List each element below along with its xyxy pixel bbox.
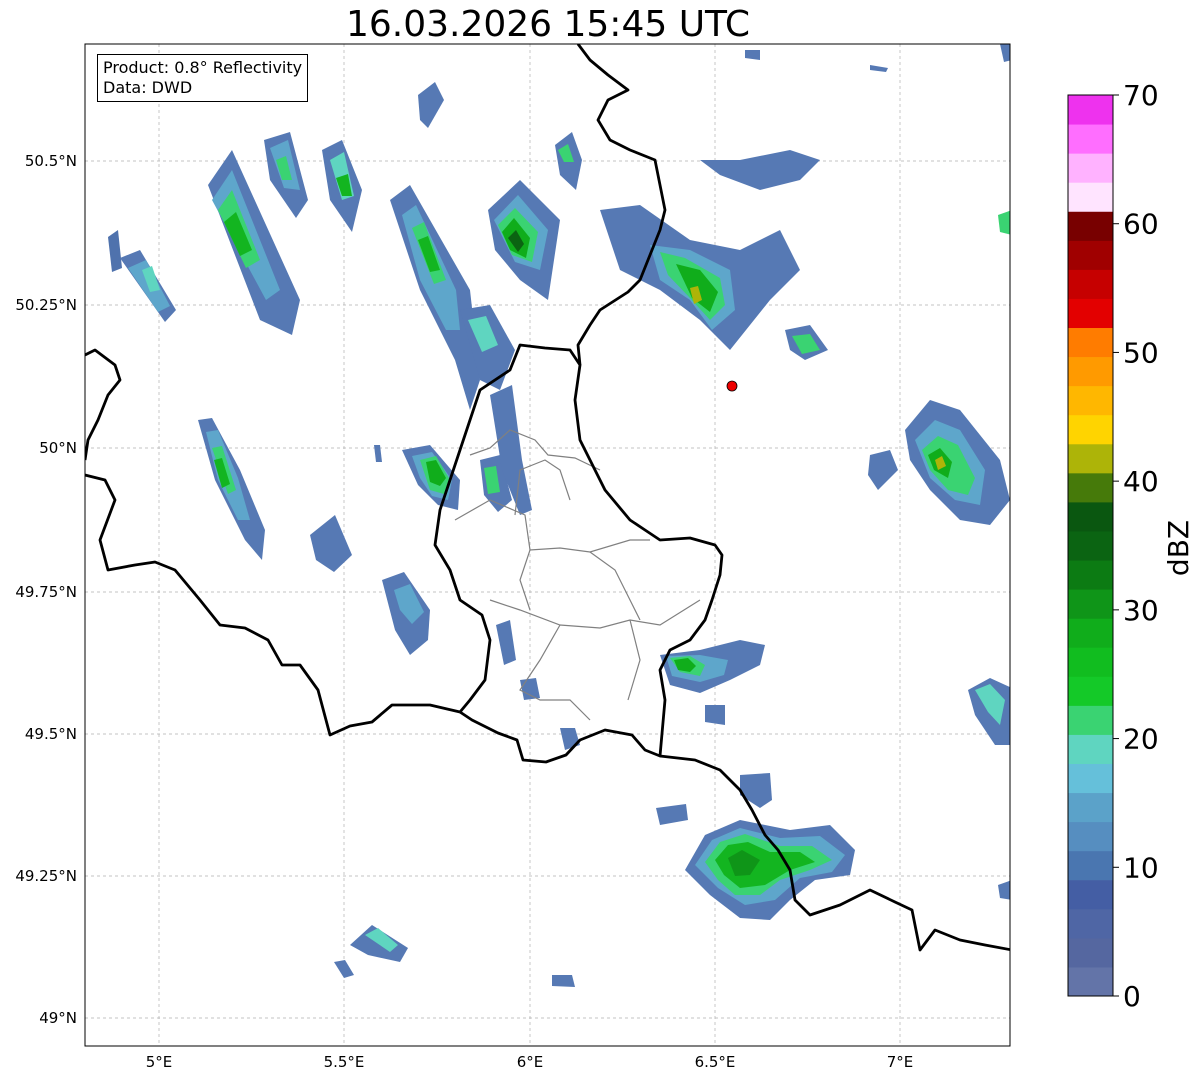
colorbar-band	[1068, 124, 1113, 154]
colorbar-tick-label: 0	[1123, 980, 1141, 1013]
colorbar-band	[1068, 472, 1113, 503]
colorbar-band	[1068, 530, 1113, 561]
colorbar-tick-label: 20	[1123, 723, 1159, 756]
colorbar-band	[1068, 734, 1113, 764]
colorbar-band	[1068, 705, 1113, 735]
colorbar-band	[1068, 937, 1113, 968]
colorbar-band	[1068, 385, 1113, 416]
colorbar: 0 10 20 30 40 50 60 70 dBZ	[1067, 79, 1195, 1013]
colorbar-band	[1068, 182, 1113, 212]
colorbar-band	[1068, 879, 1113, 910]
colorbar-band	[1068, 327, 1113, 358]
colorbar-band	[1068, 560, 1113, 590]
colorbar-band	[1068, 763, 1113, 794]
colorbar-band	[1068, 821, 1113, 852]
colorbar-band	[1068, 792, 1113, 823]
colorbar-band	[1068, 153, 1113, 183]
colorbar-tick-label: 40	[1123, 465, 1159, 498]
colorbar-ticks: 0 10 20 30 40 50 60 70	[1113, 79, 1159, 1013]
colorbar-band	[1068, 240, 1113, 270]
colorbar-band	[1068, 647, 1113, 677]
colorbar-band	[1068, 908, 1113, 939]
colorbar-label: dBZ	[1162, 520, 1195, 576]
colorbar-band	[1068, 211, 1113, 241]
colorbar-tick-label: 70	[1123, 79, 1159, 112]
colorbar-band	[1068, 95, 1113, 125]
colorbar-band	[1068, 443, 1113, 474]
colorbar-band	[1068, 676, 1113, 706]
colorbar-tick-label: 30	[1123, 594, 1159, 627]
colorbar-band	[1068, 298, 1113, 329]
colorbar-band	[1068, 356, 1113, 387]
colorbar-tick-label: 60	[1123, 208, 1159, 241]
colorbar-band	[1068, 850, 1113, 881]
colorbar-band	[1068, 966, 1113, 997]
colorbar-band	[1068, 269, 1113, 299]
colorbar-band	[1068, 589, 1113, 619]
colorbar-band	[1068, 501, 1113, 532]
colorbar-band	[1068, 414, 1113, 445]
colorbar-tick-label: 50	[1123, 336, 1159, 369]
colorbar-bands	[1068, 95, 1113, 997]
colorbar-tick-label: 10	[1123, 851, 1159, 884]
colorbar-band	[1068, 618, 1113, 648]
